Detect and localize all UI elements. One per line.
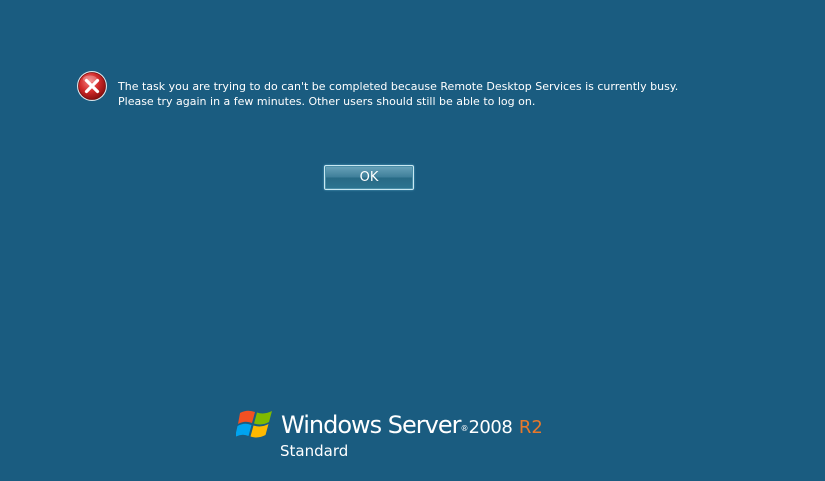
error-message: The task you are trying to do can't be c… xyxy=(118,79,738,109)
error-x-icon xyxy=(76,70,108,102)
logon-screen: The task you are trying to do can't be c… xyxy=(0,0,825,481)
product-name: Windows Server®2008 R2 xyxy=(281,411,543,442)
error-message-line-1: The task you are trying to do can't be c… xyxy=(118,80,679,93)
product-title: Windows Server xyxy=(281,411,461,439)
trademark-symbol: ® xyxy=(460,424,469,433)
ok-button[interactable]: OK xyxy=(324,165,414,190)
product-version: 2008 xyxy=(468,417,513,438)
product-release: R2 xyxy=(518,417,543,438)
windows-server-branding: Windows Server®2008 R2 Standard xyxy=(235,404,543,464)
windows-flag-icon xyxy=(235,404,280,444)
error-message-line-2: Please try again in a few minutes. Other… xyxy=(118,95,536,108)
product-edition: Standard xyxy=(280,442,349,460)
